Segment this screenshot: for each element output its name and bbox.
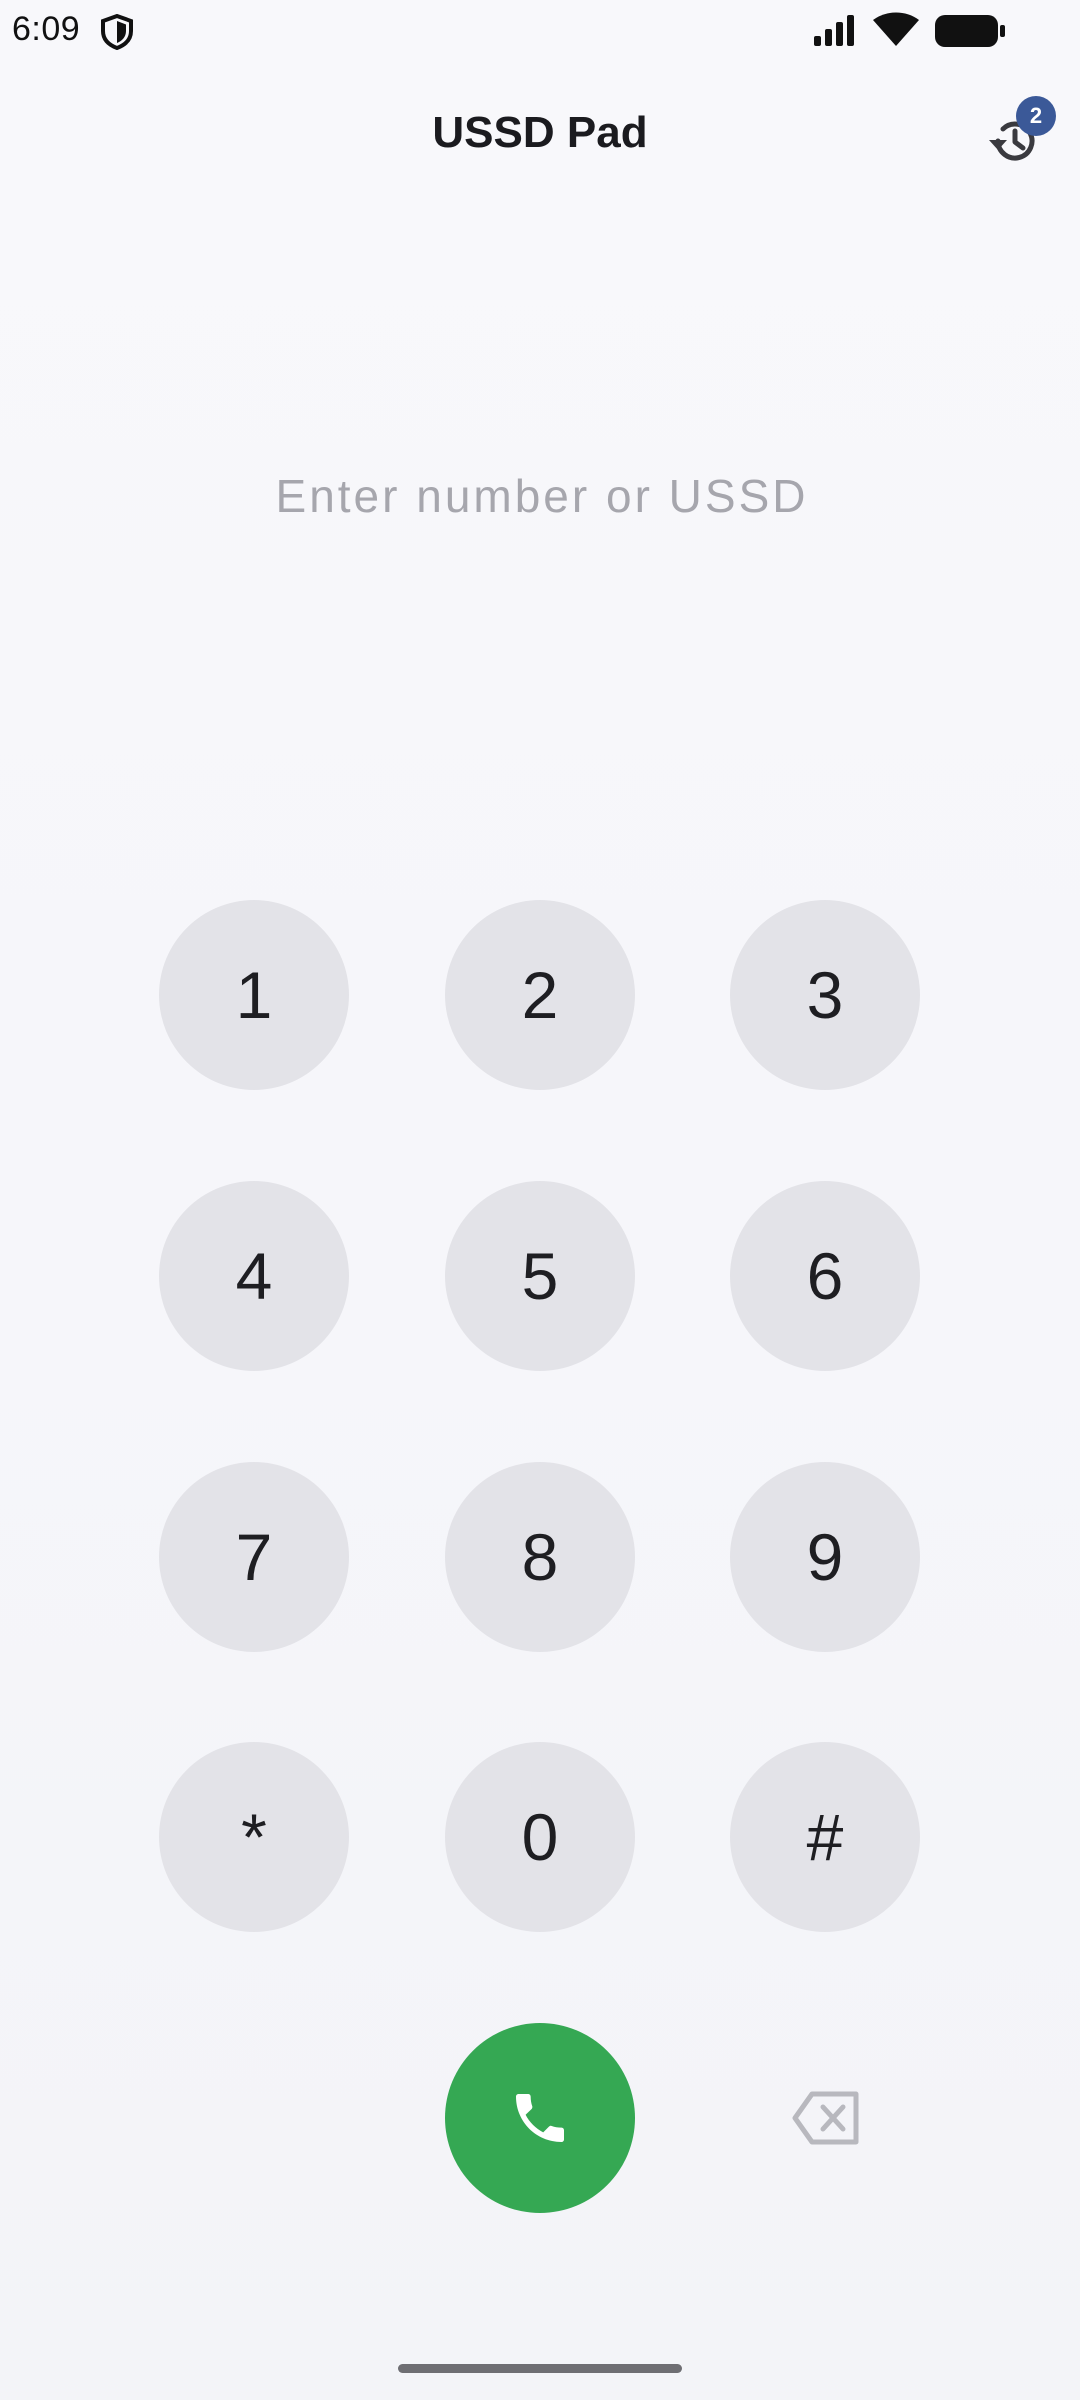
key-1[interactable]: 1 — [159, 900, 349, 1090]
key-0[interactable]: 0 — [445, 1742, 635, 1932]
key-6[interactable]: 6 — [730, 1181, 920, 1371]
shield-icon — [101, 14, 133, 50]
history-badge: 2 — [1016, 96, 1056, 136]
call-button[interactable] — [445, 2023, 635, 2213]
status-time: 6:09 — [12, 10, 81, 48]
home-indicator[interactable] — [398, 2364, 682, 2373]
history-button[interactable]: 2 — [984, 96, 1056, 166]
key-hash[interactable]: # — [730, 1742, 920, 1932]
signal-icon — [814, 15, 854, 46]
wifi-icon — [873, 12, 919, 46]
key-5[interactable]: 5 — [445, 1181, 635, 1371]
key-4[interactable]: 4 — [159, 1181, 349, 1371]
key-8[interactable]: 8 — [445, 1462, 635, 1652]
backspace-icon — [792, 2091, 859, 2145]
battery-icon — [935, 15, 1005, 47]
backspace-button[interactable] — [780, 2080, 870, 2156]
phone-icon — [516, 2094, 564, 2142]
status-bar: 6:09 — [0, 0, 1080, 64]
key-2[interactable]: 2 — [445, 900, 635, 1090]
key-star[interactable]: * — [159, 1742, 349, 1932]
page-title: USSD Pad — [432, 108, 648, 157]
key-3[interactable]: 3 — [730, 900, 920, 1090]
key-7[interactable]: 7 — [159, 1462, 349, 1652]
key-9[interactable]: 9 — [730, 1462, 920, 1652]
number-input[interactable] — [140, 460, 944, 532]
